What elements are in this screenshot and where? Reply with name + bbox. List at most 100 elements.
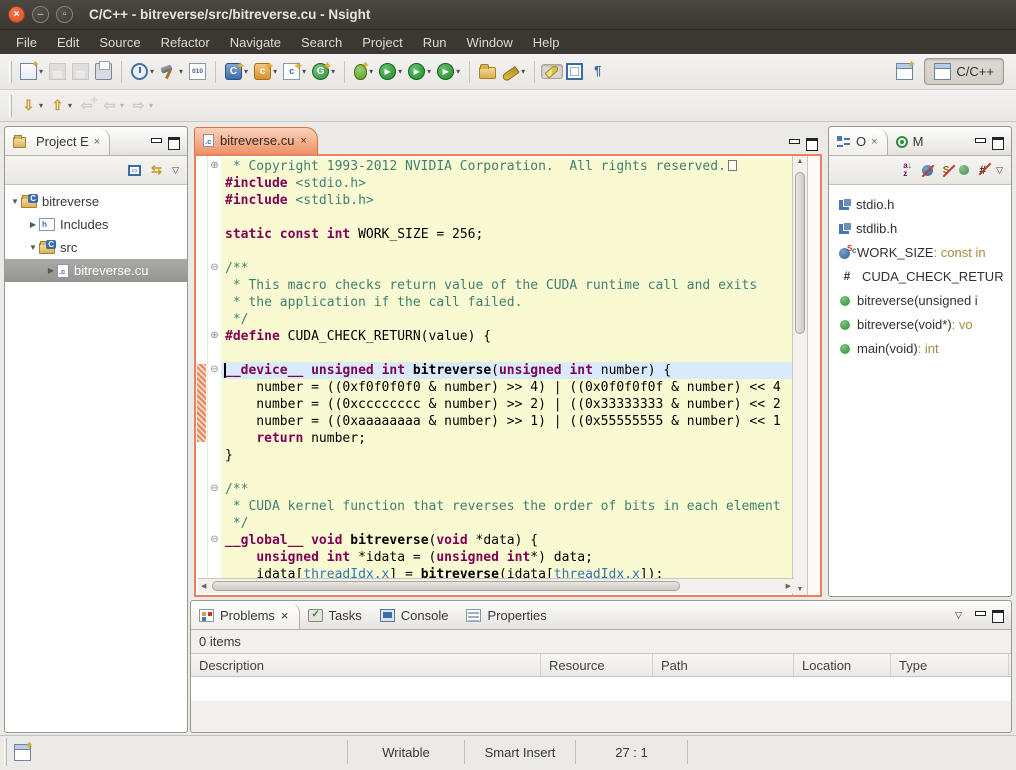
new-wizard-button[interactable]: ▾ bbox=[17, 60, 46, 83]
minimize-editor-icon[interactable] bbox=[788, 138, 800, 148]
code-line[interactable]: */ bbox=[208, 515, 792, 532]
close-editor-icon[interactable]: × bbox=[300, 135, 306, 147]
maximize-editor-icon[interactable] bbox=[806, 138, 818, 148]
menu-edit[interactable]: Edit bbox=[47, 32, 89, 53]
close-view-icon[interactable]: × bbox=[281, 608, 289, 623]
scroll-down-icon[interactable]: ▼ bbox=[793, 586, 807, 593]
profile-button[interactable]: ▶▾ bbox=[434, 60, 463, 83]
column-header-description[interactable]: Description bbox=[191, 654, 541, 676]
minimize-window-button[interactable]: – bbox=[32, 6, 49, 23]
tab-project-explorer[interactable]: Project E × bbox=[5, 129, 110, 155]
outline-item-work-size[interactable]: WORK_SIZE : const in bbox=[829, 240, 1011, 264]
column-header-path[interactable]: Path bbox=[653, 654, 794, 676]
debug-button[interactable]: ▾ bbox=[351, 61, 376, 83]
code-line[interactable]: * the application if the call failed. bbox=[208, 294, 792, 311]
vertical-ruler[interactable] bbox=[196, 156, 208, 595]
run-history-button[interactable]: ▶▾ bbox=[405, 60, 434, 83]
expand-arrow-icon[interactable]: ▶ bbox=[45, 266, 57, 275]
code-line[interactable]: ⊕ * Copyright 1993-2012 NVIDIA Corporati… bbox=[208, 158, 792, 175]
tab-properties[interactable]: Properties bbox=[458, 603, 556, 629]
code-line[interactable] bbox=[208, 464, 792, 481]
run-button[interactable]: ▶▾ bbox=[376, 60, 405, 83]
new-cuda-project-button[interactable]: C▾ bbox=[222, 60, 251, 83]
menu-source[interactable]: Source bbox=[89, 32, 150, 53]
tree-item-includes[interactable]: ▶Includes bbox=[5, 213, 187, 236]
back-button[interactable]: ⇦▾ bbox=[98, 94, 127, 117]
fold-marker-icon[interactable]: ⊕ bbox=[208, 158, 221, 175]
outline-item-bitreverse-void-[interactable]: bitreverse(void*) : vo bbox=[829, 312, 1011, 336]
problems-view-menu-icon[interactable]: ▽ bbox=[955, 610, 962, 621]
scroll-up-icon[interactable]: ▲ bbox=[793, 158, 807, 165]
outline-item-main-void-[interactable]: main(void) : int bbox=[829, 336, 1011, 360]
scroll-left-icon[interactable]: ◀ bbox=[201, 582, 206, 590]
code-line[interactable]: */ bbox=[208, 311, 792, 328]
minimize-view-icon[interactable] bbox=[150, 137, 162, 147]
menu-file[interactable]: File bbox=[6, 32, 47, 53]
toggle-block-selection-button[interactable] bbox=[563, 60, 586, 83]
tree-item-bitreverse-cu[interactable]: ▶bitreverse.cu bbox=[5, 259, 187, 282]
outline-item-stdio-h[interactable]: stdio.h bbox=[829, 192, 1011, 216]
outline-item-stdlib-h[interactable]: stdlib.h bbox=[829, 216, 1011, 240]
build-button[interactable]: ▾ bbox=[157, 60, 186, 83]
problems-table-body[interactable] bbox=[191, 677, 1011, 701]
perspective-cpp-button[interactable]: C/C++ bbox=[924, 58, 1004, 85]
fold-marker-icon[interactable]: ⊖ bbox=[208, 481, 221, 498]
code-area[interactable]: ⊕ * Copyright 1993-2012 NVIDIA Corporati… bbox=[208, 156, 792, 595]
tab-problems[interactable]: Problems× bbox=[191, 603, 300, 629]
hide-static-members-icon[interactable]: S bbox=[943, 165, 950, 176]
previous-annotation-button[interactable]: ⇧▾ bbox=[46, 94, 75, 117]
menu-refactor[interactable]: Refactor bbox=[151, 32, 220, 53]
column-header-resource[interactable]: Resource bbox=[541, 654, 653, 676]
code-line[interactable]: ⊖__global__ void bitreverse(void *data) … bbox=[208, 532, 792, 549]
tab-make-target[interactable]: M bbox=[888, 129, 933, 155]
tab-console[interactable]: Console bbox=[372, 603, 459, 629]
search-button[interactable]: ▾ bbox=[499, 63, 528, 81]
expand-arrow-icon[interactable]: ▶ bbox=[27, 220, 39, 229]
fold-marker-icon[interactable]: ⊖ bbox=[208, 362, 221, 379]
overview-ruler[interactable] bbox=[807, 156, 820, 595]
code-line[interactable]: number = ((0xaaaaaaaa & number) >> 1) | … bbox=[208, 413, 792, 430]
vertical-scrollbar[interactable]: ▲ ▼ bbox=[792, 156, 807, 595]
next-annotation-button[interactable]: ⇩▾ bbox=[17, 94, 46, 117]
collapse-arrow-icon[interactable]: ▼ bbox=[27, 243, 39, 252]
maximize-window-button[interactable]: ▫ bbox=[56, 6, 73, 23]
menu-project[interactable]: Project bbox=[352, 32, 412, 53]
tree-item-bitreverse[interactable]: ▼Cbitreverse bbox=[5, 190, 187, 213]
sort-icon[interactable]: a↓z bbox=[903, 162, 911, 178]
menu-window[interactable]: Window bbox=[457, 32, 523, 53]
open-perspective-button[interactable] bbox=[893, 60, 916, 83]
save-all-button[interactable] bbox=[69, 60, 92, 83]
close-view-icon[interactable]: × bbox=[94, 136, 100, 148]
show-whitespace-button[interactable]: ¶ bbox=[586, 60, 609, 83]
manage-configurations-button[interactable]: ▾ bbox=[128, 60, 157, 83]
toggle-highlight-button[interactable] bbox=[541, 64, 563, 79]
outline-view-menu-icon[interactable]: ▽ bbox=[996, 165, 1003, 176]
code-line[interactable] bbox=[208, 345, 792, 362]
save-button[interactable] bbox=[46, 60, 69, 83]
tab-tasks[interactable]: Tasks bbox=[300, 603, 372, 629]
tab-bitreverse-cu[interactable]: bitreverse.cu × bbox=[194, 127, 318, 154]
menu-help[interactable]: Help bbox=[523, 32, 570, 53]
code-line[interactable]: return number; bbox=[208, 430, 792, 447]
code-line[interactable]: ⊖__device__ unsigned int bitreverse(unsi… bbox=[208, 362, 792, 379]
new-source-file-button[interactable]: c▾ bbox=[280, 60, 309, 83]
open-element-button[interactable] bbox=[476, 61, 499, 82]
minimize-problems-icon[interactable] bbox=[974, 610, 986, 620]
hide-fields-icon[interactable] bbox=[922, 165, 933, 176]
fold-marker-icon[interactable]: ⊖ bbox=[208, 260, 221, 277]
maximize-problems-icon[interactable] bbox=[992, 610, 1004, 620]
menu-run[interactable]: Run bbox=[413, 32, 457, 53]
code-line[interactable]: } bbox=[208, 447, 792, 464]
outline-item-cuda-check-retur[interactable]: #CUDA_CHECK_RETUR bbox=[829, 264, 1011, 288]
build-binary-button[interactable]: 010 bbox=[186, 60, 209, 83]
code-line[interactable]: #include <stdio.h> bbox=[208, 175, 792, 192]
fold-marker-icon[interactable]: ⊖ bbox=[208, 532, 221, 549]
toolbar-drag-handle[interactable] bbox=[9, 61, 12, 83]
tab-outline[interactable]: O × bbox=[829, 129, 888, 155]
collapse-all-icon[interactable] bbox=[128, 165, 141, 176]
code-line[interactable]: number = ((0xcccccccc & number) >> 2) | … bbox=[208, 396, 792, 413]
minimize-outline-icon[interactable] bbox=[974, 137, 986, 147]
new-class-button[interactable]: G▾ bbox=[309, 60, 338, 83]
view-menu-icon[interactable]: ▽ bbox=[172, 165, 179, 176]
collapse-arrow-icon[interactable]: ▼ bbox=[9, 197, 21, 206]
